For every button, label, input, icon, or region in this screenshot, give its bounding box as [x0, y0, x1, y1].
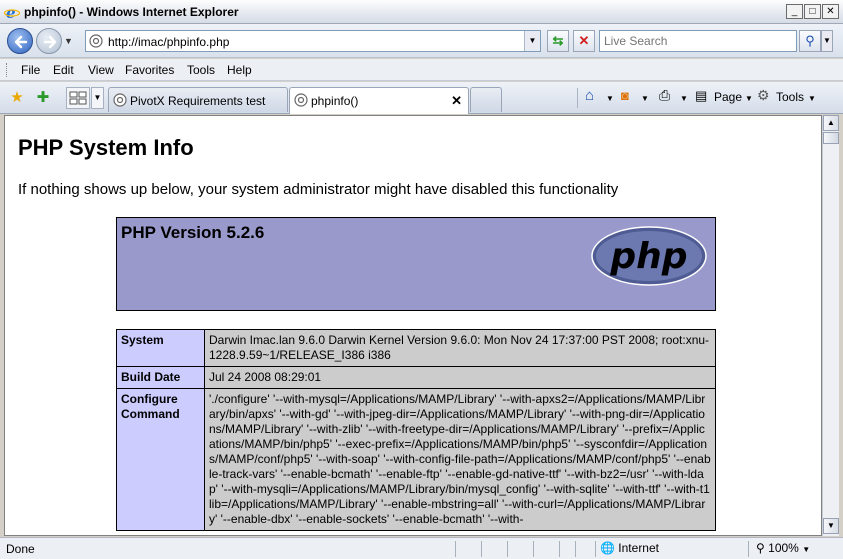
back-button[interactable]: [7, 28, 33, 54]
status-divider: [575, 541, 576, 557]
scroll-down-icon[interactable]: ▼: [823, 518, 839, 534]
info-key: Configure Command: [116, 388, 205, 531]
quick-tabs-button[interactable]: [66, 87, 90, 109]
tab-close-icon[interactable]: ✕: [451, 93, 462, 109]
zoom-magnifier-icon: ⚲: [756, 541, 765, 555]
svg-text:php: php: [609, 236, 687, 277]
search-icon: ⚲: [805, 33, 815, 48]
internet-explorer-icon: e: [4, 4, 20, 20]
page-globe-icon: [89, 34, 103, 48]
menu-tools[interactable]: Tools: [187, 63, 215, 77]
menu-bar: File Edit View Favorites Tools Help: [0, 59, 843, 81]
print-icon[interactable]: ⎙: [659, 87, 670, 104]
back-arrow-icon: [14, 35, 28, 49]
php-version-header: PHP Version 5.2.6 php: [116, 217, 716, 311]
address-field[interactable]: http://imac/phpinfo.php ▼: [85, 30, 541, 52]
refresh-icon: ⇆: [552, 33, 564, 48]
page-menu-dropdown-icon[interactable]: ▼: [745, 94, 753, 103]
quick-tabs-grid-icon: [69, 91, 87, 105]
forward-arrow-icon: [43, 35, 57, 49]
internet-zone-globe-icon: 🌐: [600, 541, 615, 555]
stop-icon: ✕: [578, 33, 590, 48]
search-options-dropdown-icon[interactable]: ▼: [821, 30, 833, 52]
menu-file[interactable]: File: [21, 63, 40, 77]
zoom-level-button[interactable]: ⚲ 100% ▼: [756, 541, 810, 555]
info-value: Darwin Imac.lan 9.6.0 Darwin Kernel Vers…: [204, 329, 716, 367]
info-key: System: [116, 329, 205, 367]
address-toolbar: ▼ http://imac/phpinfo.php ▼ ⇆ ✕ ⚲ ▼: [0, 24, 843, 58]
php-version-title: PHP Version 5.2.6: [121, 223, 265, 242]
zone-label: Internet: [618, 541, 659, 555]
php-info-table: System Darwin Imac.lan 9.6.0 Darwin Kern…: [116, 329, 716, 531]
forward-button[interactable]: [36, 28, 62, 54]
print-dropdown-icon[interactable]: ▼: [680, 94, 688, 103]
add-to-favorites-icon[interactable]: ✚: [33, 88, 53, 108]
info-value: Jul 24 2008 08:29:01: [204, 366, 716, 389]
page-menu-icon[interactable]: ▤: [695, 88, 707, 104]
home-icon[interactable]: ⌂: [585, 87, 594, 104]
tab-list-dropdown-icon[interactable]: ▼: [91, 87, 104, 109]
tools-menu-button[interactable]: Tools: [776, 90, 804, 104]
toolbar-grip[interactable]: [6, 63, 9, 77]
tab-label: PivotX Requirements test: [130, 94, 266, 108]
table-row: Build Date Jul 24 2008 08:29:01: [116, 366, 716, 389]
status-divider: [507, 541, 508, 557]
page-menu-button[interactable]: Page: [714, 90, 742, 104]
table-row: Configure Command './configure' '--with-…: [116, 388, 716, 531]
rss-feeds-icon[interactable]: ◙: [621, 88, 629, 103]
table-row: System Darwin Imac.lan 9.6.0 Darwin Kern…: [116, 329, 716, 367]
minimize-button[interactable]: _: [786, 4, 803, 19]
svg-text:e: e: [6, 4, 16, 20]
home-dropdown-icon[interactable]: ▼: [606, 94, 614, 103]
page-message: If nothing shows up below, your system a…: [18, 181, 619, 198]
status-divider: [455, 541, 456, 557]
info-value: './configure' '--with-mysql=/Application…: [204, 388, 716, 531]
refresh-button[interactable]: ⇆: [547, 30, 569, 52]
address-url[interactable]: http://imac/phpinfo.php: [108, 35, 229, 49]
close-button[interactable]: ✕: [822, 4, 839, 19]
page-globe-icon: [113, 93, 127, 107]
stop-button[interactable]: ✕: [573, 30, 595, 52]
tools-gear-icon[interactable]: ⚙: [757, 87, 770, 104]
menu-favorites[interactable]: Favorites: [125, 63, 174, 77]
tab-bar: ★ ✚ ▼ PivotX Requirements test phpinfo()…: [0, 82, 843, 114]
search-input[interactable]: [600, 31, 790, 51]
zoom-level: 100%: [768, 541, 799, 555]
new-tab-button[interactable]: [470, 87, 502, 112]
zoom-dropdown-icon: ▼: [802, 545, 811, 554]
status-divider: [481, 541, 482, 557]
address-dropdown-icon[interactable]: ▼: [524, 31, 540, 51]
tab-phpinfo[interactable]: phpinfo() ✕: [289, 87, 469, 114]
search-field[interactable]: [599, 30, 797, 52]
tab-label: phpinfo(): [311, 94, 359, 108]
page-globe-icon: [294, 93, 308, 107]
status-divider: [559, 541, 560, 557]
window-title: phpinfo() - Windows Internet Explorer: [24, 5, 239, 19]
status-divider: [533, 541, 534, 557]
title-bar: e phpinfo() - Windows Internet Explorer …: [0, 0, 843, 24]
page-heading: PHP System Info: [18, 135, 194, 160]
info-key: Build Date: [116, 366, 205, 389]
tab-pivotx-requirements[interactable]: PivotX Requirements test: [108, 87, 288, 112]
menu-view[interactable]: View: [88, 63, 114, 77]
security-zone[interactable]: 🌐 Internet: [600, 541, 659, 555]
maximize-button[interactable]: □: [804, 4, 821, 19]
scroll-thumb[interactable]: [823, 132, 839, 144]
menu-help[interactable]: Help: [227, 63, 252, 77]
scroll-up-icon[interactable]: ▲: [823, 115, 839, 131]
status-divider: [595, 541, 596, 557]
vertical-scrollbar[interactable]: ▲ ▼: [822, 115, 839, 536]
menu-edit[interactable]: Edit: [53, 63, 74, 77]
toolbar-separator: [577, 88, 578, 108]
php-logo: php: [591, 226, 707, 286]
tools-menu-dropdown-icon[interactable]: ▼: [808, 94, 816, 103]
status-text: Done: [6, 542, 35, 556]
recent-pages-dropdown-icon[interactable]: ▼: [64, 36, 73, 46]
search-button[interactable]: ⚲: [799, 30, 821, 52]
feeds-dropdown-icon[interactable]: ▼: [641, 94, 649, 103]
status-bar: Done 🌐 Internet ⚲ 100% ▼: [0, 537, 843, 559]
favorites-center-star-icon[interactable]: ★: [7, 88, 27, 108]
page-content: PHP System Info If nothing shows up belo…: [4, 115, 822, 536]
status-divider: [748, 541, 749, 557]
